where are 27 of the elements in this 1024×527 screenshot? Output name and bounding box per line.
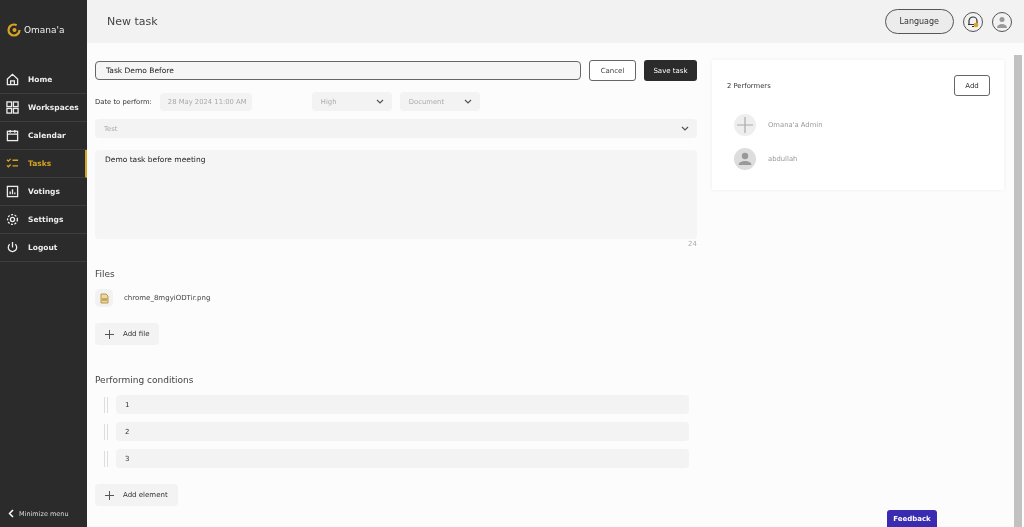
chevron-down-icon	[375, 99, 384, 104]
bell-icon	[967, 15, 979, 28]
scrollbar[interactable]	[1014, 55, 1022, 527]
gear-icon	[6, 213, 19, 226]
home-icon	[6, 73, 19, 86]
notification-button[interactable]	[963, 11, 983, 32]
language-button[interactable]: Language	[884, 9, 954, 34]
logo-icon	[7, 22, 21, 37]
tasks-icon	[6, 157, 19, 170]
page-title: New task	[107, 15, 158, 28]
power-icon	[6, 241, 19, 254]
profile-button[interactable]	[992, 11, 1012, 32]
grid-icon	[6, 101, 19, 114]
chart-icon	[6, 185, 19, 198]
plus-avatar-icon	[734, 114, 756, 136]
chevron-left-icon	[8, 509, 14, 518]
plus-icon	[105, 329, 114, 339]
file-icon	[95, 289, 113, 307]
chevron-down-icon	[681, 126, 689, 131]
user-icon	[996, 15, 1008, 28]
files-heading: Files	[95, 269, 116, 279]
avatar-icon	[734, 148, 756, 170]
brand-name: Omana'a	[24, 24, 65, 35]
conditions-heading: Performing conditions	[95, 375, 195, 385]
plus-icon	[105, 490, 114, 500]
chevron-down-icon	[463, 99, 472, 104]
calendar-icon	[6, 129, 19, 142]
